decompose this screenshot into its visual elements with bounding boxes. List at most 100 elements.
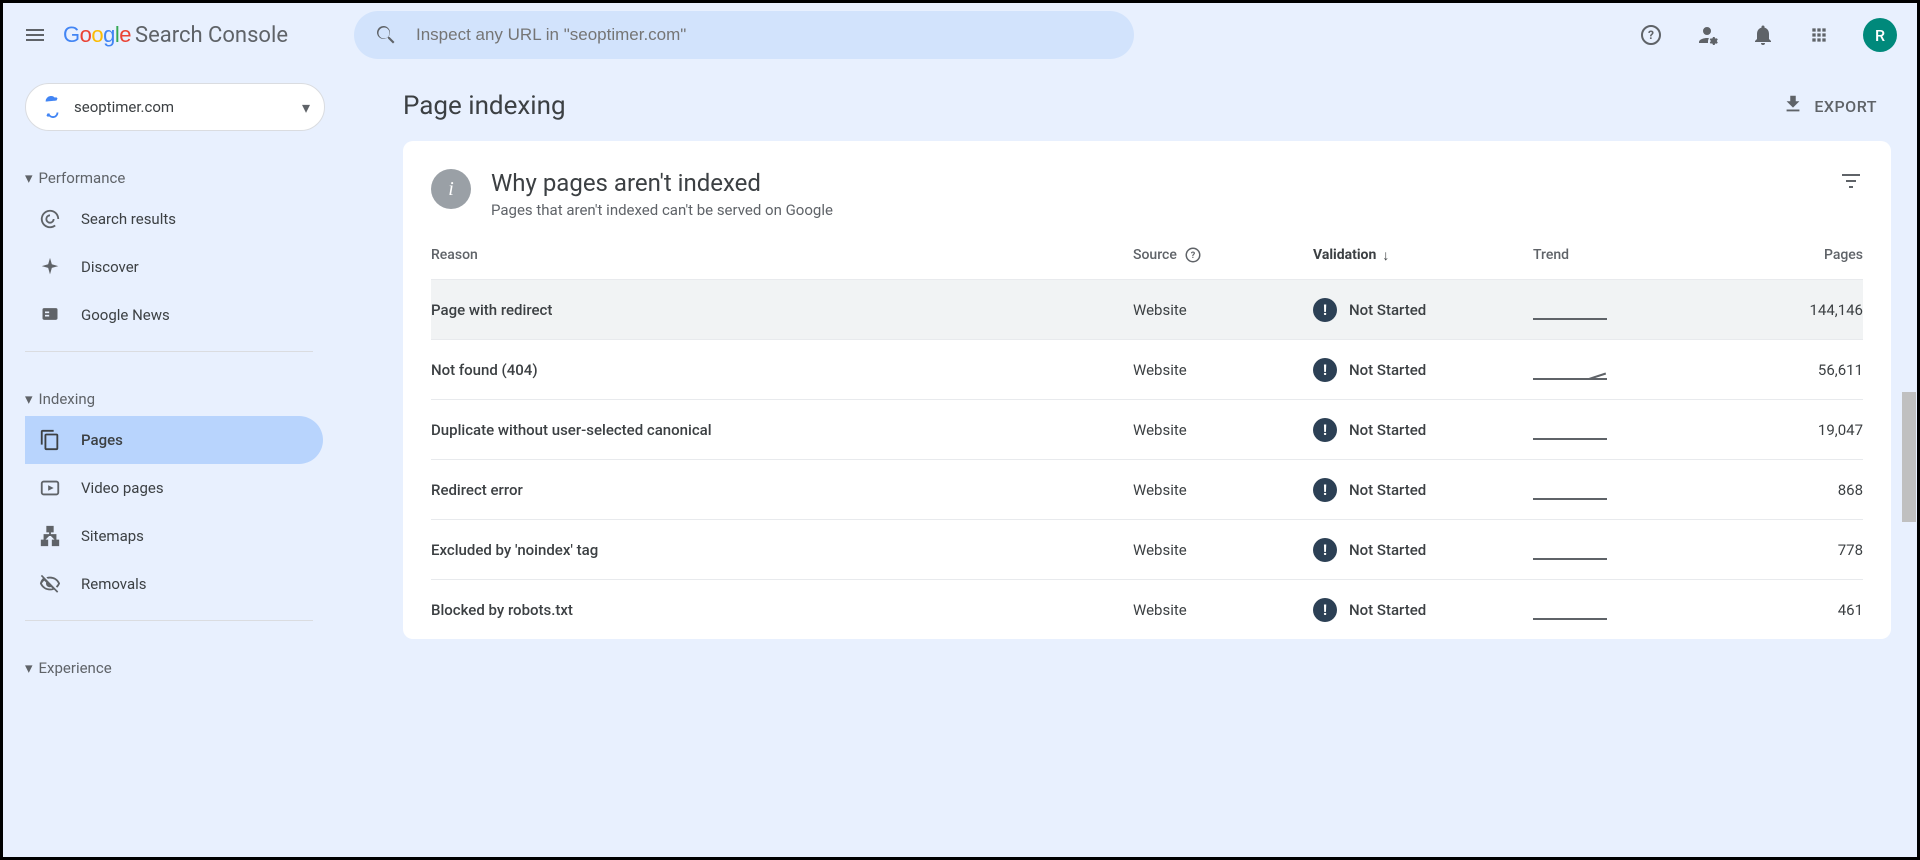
avatar[interactable]: R <box>1863 18 1897 52</box>
td-trend <box>1533 300 1733 320</box>
property-domain: seoptimer.com <box>74 98 292 116</box>
td-source: Website <box>1133 361 1313 379</box>
sidebar: seoptimer.com ▾ ▾Performance Search resu… <box>3 67 403 857</box>
th-pages[interactable]: Pages <box>1733 247 1863 263</box>
scrollbar-thumb[interactable] <box>1902 392 1916 522</box>
sparkline <box>1533 480 1607 500</box>
table-row[interactable]: Page with redirectWebsite!Not Started144… <box>431 279 1863 339</box>
td-trend <box>1533 360 1733 380</box>
help-icon[interactable]: ? <box>1639 23 1663 47</box>
table-row[interactable]: Excluded by 'noindex' tagWebsite!Not Sta… <box>431 519 1863 579</box>
reasons-card: i Why pages aren't indexed Pages that ar… <box>403 141 1891 639</box>
td-trend <box>1533 420 1733 440</box>
section-experience[interactable]: ▾Experience <box>25 651 403 685</box>
td-pages: 144,146 <box>1733 301 1863 319</box>
google-wordmark: Google <box>63 22 131 48</box>
th-trend[interactable]: Trend <box>1533 247 1733 263</box>
td-pages: 778 <box>1733 541 1863 559</box>
td-reason: Blocked by robots.txt <box>431 601 1133 619</box>
th-reason[interactable]: Reason <box>431 247 1133 263</box>
td-pages: 56,611 <box>1733 361 1863 379</box>
chevron-down-icon: ▾ <box>302 98 310 117</box>
export-button[interactable]: EXPORT <box>1782 93 1877 119</box>
sparkline <box>1533 300 1607 320</box>
status-badge-icon: ! <box>1313 418 1337 442</box>
caret-icon: ▾ <box>25 659 33 677</box>
td-trend <box>1533 540 1733 560</box>
td-validation: !Not Started <box>1313 358 1533 382</box>
td-reason: Redirect error <box>431 481 1133 499</box>
section-indexing[interactable]: ▾Indexing <box>25 382 403 416</box>
td-validation: !Not Started <box>1313 538 1533 562</box>
status-badge-icon: ! <box>1313 478 1337 502</box>
sidebar-item-sitemaps[interactable]: Sitemaps <box>25 512 323 560</box>
card-subtitle: Pages that aren't indexed can't be serve… <box>491 201 1819 219</box>
sparkline <box>1533 420 1607 440</box>
table-row[interactable]: Not found (404)Website!Not Started56,611 <box>431 339 1863 399</box>
td-validation: !Not Started <box>1313 598 1533 622</box>
help-icon[interactable]: ? <box>1185 248 1200 263</box>
discover-icon <box>39 256 63 278</box>
td-trend <box>1533 480 1733 500</box>
topbar: Google Search Console ? R <box>3 3 1917 67</box>
td-source: Website <box>1133 421 1313 439</box>
card-title: Why pages aren't indexed <box>491 169 1819 197</box>
td-source: Website <box>1133 301 1313 319</box>
product-name: Search Console <box>135 23 288 48</box>
sidebar-item-discover[interactable]: Discover <box>25 243 323 291</box>
logo[interactable]: Google Search Console <box>63 22 288 48</box>
sidebar-item-pages[interactable]: Pages <box>25 416 323 464</box>
td-validation: !Not Started <box>1313 418 1533 442</box>
sparkline <box>1533 600 1607 620</box>
property-selector[interactable]: seoptimer.com ▾ <box>25 83 325 131</box>
sidebar-item-search-results[interactable]: Search results <box>25 195 323 243</box>
table-row[interactable]: Redirect errorWebsite!Not Started 868 <box>431 459 1863 519</box>
status-badge-icon: ! <box>1313 298 1337 322</box>
status-badge-icon: ! <box>1313 598 1337 622</box>
sparkline <box>1533 360 1607 380</box>
sort-down-icon: ↓ <box>1382 247 1389 264</box>
th-source[interactable]: Source? <box>1133 245 1313 265</box>
property-icon <box>40 95 64 119</box>
divider <box>25 620 313 621</box>
td-source: Website <box>1133 481 1313 499</box>
sparkline <box>1533 540 1607 560</box>
video-icon <box>39 477 63 499</box>
status-badge-icon: ! <box>1313 358 1337 382</box>
news-icon <box>39 304 63 326</box>
search-icon <box>374 23 398 47</box>
pages-icon <box>39 429 63 451</box>
removals-icon <box>39 573 63 595</box>
search-input[interactable] <box>416 25 1114 45</box>
page-title: Page indexing <box>403 91 566 121</box>
apps-icon[interactable] <box>1807 23 1831 47</box>
table-body: Page with redirectWebsite!Not Started144… <box>431 279 1863 639</box>
sitemap-icon <box>39 525 63 547</box>
info-icon: i <box>431 169 471 209</box>
notifications-icon[interactable] <box>1751 23 1775 47</box>
td-validation: !Not Started <box>1313 478 1533 502</box>
search-bar[interactable] <box>354 11 1134 59</box>
menu-icon[interactable] <box>23 23 47 47</box>
table-row[interactable]: Duplicate without user-selected canonica… <box>431 399 1863 459</box>
filter-icon[interactable] <box>1839 169 1863 193</box>
caret-icon: ▾ <box>25 390 33 408</box>
td-pages: 868 <box>1733 481 1863 499</box>
users-settings-icon[interactable] <box>1695 23 1719 47</box>
download-icon <box>1782 93 1804 119</box>
th-validation[interactable]: Validation↓ <box>1313 247 1533 264</box>
td-trend <box>1533 600 1733 620</box>
td-reason: Excluded by 'noindex' tag <box>431 541 1133 559</box>
table-header: Reason Source? Validation↓ Trend Pages <box>431 245 1863 279</box>
td-source: Website <box>1133 541 1313 559</box>
sidebar-item-removals[interactable]: Removals <box>25 560 323 608</box>
sidebar-item-video-pages[interactable]: Video pages <box>25 464 323 512</box>
td-source: Website <box>1133 601 1313 619</box>
table-row[interactable]: Blocked by robots.txtWebsite!Not Started… <box>431 579 1863 639</box>
td-pages: 461 <box>1733 601 1863 619</box>
td-validation: !Not Started <box>1313 298 1533 322</box>
section-performance[interactable]: ▾Performance <box>25 161 403 195</box>
sidebar-item-google-news[interactable]: Google News <box>25 291 323 339</box>
divider <box>25 351 313 352</box>
main-content: Page indexing EXPORT i Why pages aren't … <box>403 67 1917 857</box>
